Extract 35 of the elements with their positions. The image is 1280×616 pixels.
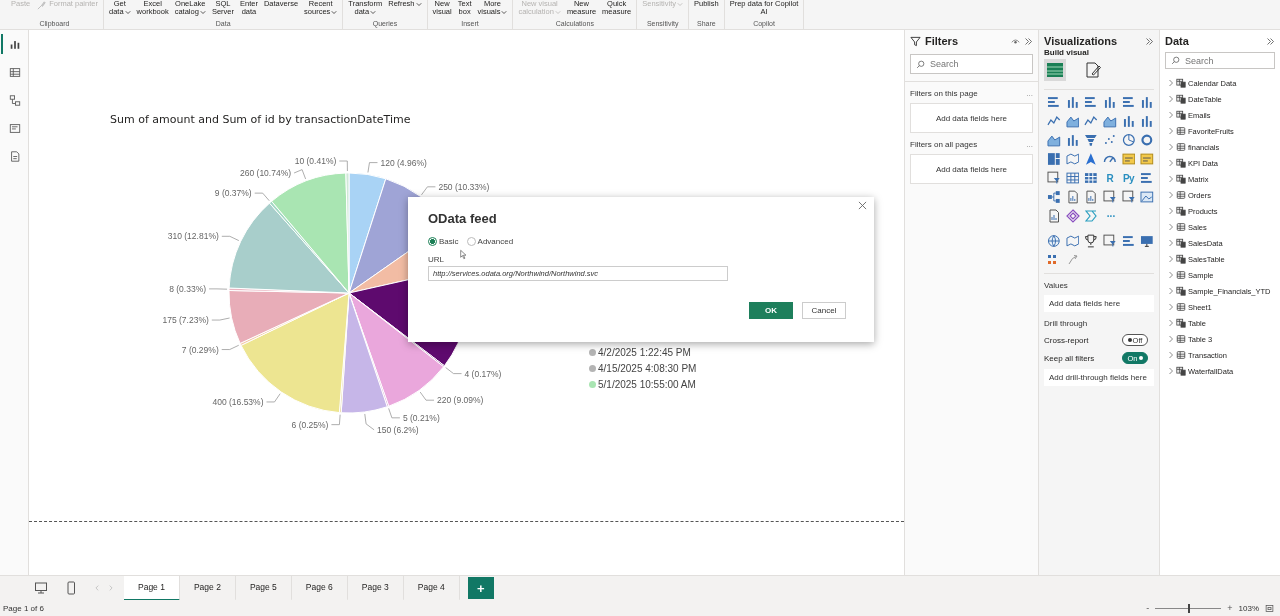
data-label: 250 (10.33%): [438, 181, 490, 192]
section-title: Filters on all pages: [910, 140, 978, 149]
radio-label: Basic: [439, 237, 459, 246]
toggle-label: Keep all filters: [1044, 353, 1095, 363]
data-label: 9 (0.37%): [214, 188, 252, 199]
data-label: 220 (9.09%): [437, 395, 484, 406]
page-indicator: Page 1 of 6: [3, 603, 44, 613]
radio-label: Advanced: [477, 237, 514, 246]
panel-title: Data: [1165, 35, 1189, 47]
dialog-title: OData feed: [428, 211, 498, 226]
data-label: 7 (0.29%): [181, 344, 219, 355]
zoom-level: 103%: [1238, 603, 1259, 613]
legend-label: 5/1/2025 10:55:00 AM: [598, 379, 696, 390]
data-label: 400 (16.53%): [212, 396, 264, 407]
data-label: 4 (0.17%): [464, 368, 502, 379]
section-title: Drill through: [1044, 319, 1089, 328]
toggle-label: Cross-report: [1044, 335, 1089, 345]
panel-title: Visualizations: [1044, 35, 1118, 47]
chart-title: Sum of amount and Sum of id by transactionDateTime: [110, 113, 411, 126]
data-label: 120 (4.96%): [380, 157, 427, 168]
section-title: Build visual: [1044, 48, 1090, 57]
data-label: 150 (6.2%): [377, 424, 419, 435]
section-title: Filters on this page: [910, 89, 978, 98]
data-label: 5 (0.21%): [402, 412, 440, 423]
data-label: 310 (12.81%): [167, 231, 219, 242]
section-title: Values: [1044, 281, 1069, 290]
legend-label: 4/2/2025 1:22:45 PM: [598, 347, 691, 358]
data-label: 6 (0.25%): [291, 419, 329, 430]
legend-label: 4/15/2025 4:08:30 PM: [598, 363, 697, 374]
panel-title: Filters: [925, 35, 958, 47]
data-label: 10 (0.41%): [294, 156, 337, 166]
data-label: 260 (10.74%): [240, 168, 292, 178]
url-label: URL: [428, 255, 445, 264]
data-label: 175 (7.23%): [162, 315, 209, 326]
data-label: 8 (0.33%): [169, 283, 207, 294]
